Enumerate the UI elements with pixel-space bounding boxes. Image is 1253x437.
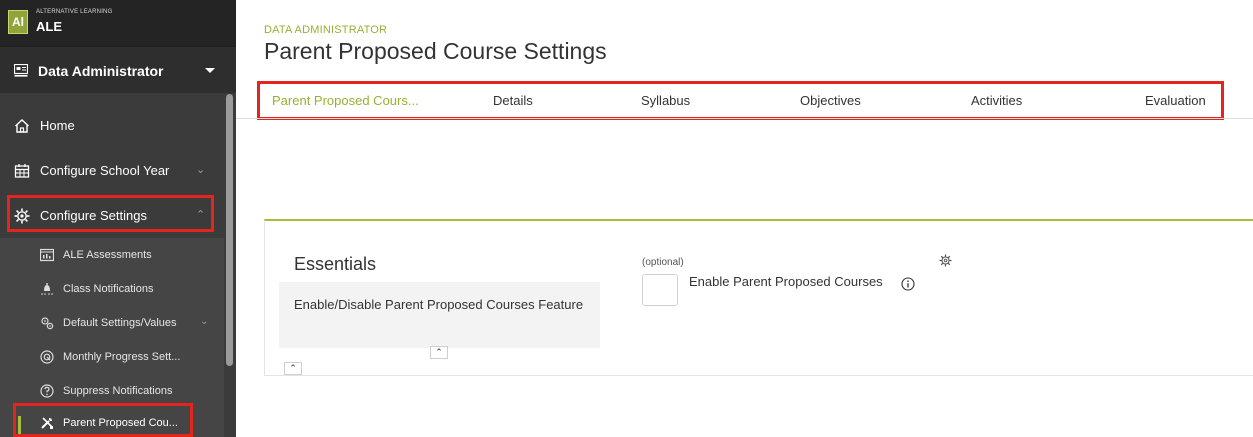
sidebar: Al ALTERNATIVE LEARNING ALE Data Adminis…	[0, 0, 236, 437]
subnav-item-ale-assessments[interactable]: ALE Assessments	[0, 238, 224, 272]
calendar-icon	[14, 164, 30, 178]
logo-subtitle: ALTERNATIVE LEARNING	[36, 9, 113, 15]
logo-title: ALE	[36, 19, 62, 34]
tab-details[interactable]: Details	[493, 93, 533, 108]
subnav-item-label: Suppress Notifications	[63, 385, 173, 397]
section-description-box: Enable/Disable Parent Proposed Courses F…	[279, 282, 600, 348]
chevron-down-icon: ⌄	[200, 316, 209, 327]
optional-label: (optional)	[642, 257, 684, 268]
tabs-divider	[236, 118, 1253, 119]
nav-item-label: Home	[40, 118, 75, 133]
caret-down-icon	[205, 68, 215, 73]
role-selector[interactable]: Data Administrator	[0, 46, 236, 93]
subnav-item-label: Monthly Progress Sett...	[63, 351, 181, 363]
settings-gear-icon	[14, 208, 30, 224]
subnav-item-default-settings[interactable]: Default Settings/Values ⌄	[0, 306, 224, 340]
enable-parent-proposed-courses-checkbox[interactable]	[642, 274, 678, 306]
collapse-description-button[interactable]: ⌃	[430, 346, 448, 359]
tab-evaluation[interactable]: Evaluation	[1145, 93, 1206, 108]
nav-item-label: Configure Settings	[40, 208, 147, 223]
id-card-icon	[14, 64, 28, 77]
nav-item-label: Configure School Year	[40, 163, 170, 178]
tab-activities[interactable]: Activities	[971, 93, 1022, 108]
page-subtitle: DATA ADMINISTRATOR	[264, 24, 388, 36]
report-icon	[40, 248, 54, 262]
progress-icon	[40, 350, 54, 364]
section-title: Essentials	[294, 254, 377, 274]
gears-icon	[41, 317, 54, 330]
page-title: Parent Proposed Course Settings	[264, 38, 607, 64]
info-icon[interactable]	[901, 277, 915, 291]
home-icon	[15, 119, 29, 133]
subnav-item-parent-proposed-courses[interactable]: Parent Proposed Cou...	[0, 408, 224, 437]
essentials-panel: Essentials Enable/Disable Parent Propose…	[264, 219, 1253, 376]
tab-objectives[interactable]: Objectives	[800, 93, 861, 108]
logo-bar: Al ALTERNATIVE LEARNING ALE	[0, 0, 236, 46]
nav-item-configure-school-year[interactable]: Configure School Year ⌄	[0, 148, 224, 194]
app-logo: Al	[8, 10, 28, 34]
subnav-item-label: Parent Proposed Cou...	[63, 417, 178, 429]
active-indicator	[18, 416, 21, 437]
tools-icon	[41, 417, 53, 429]
section-description: Enable/Disable Parent Proposed Courses F…	[294, 297, 584, 312]
subnav-item-label: Class Notifications	[63, 283, 154, 295]
question-icon	[40, 384, 54, 398]
sidebar-scrollbar[interactable]	[226, 94, 233, 366]
subnav-item-monthly-progress[interactable]: Monthly Progress Sett...	[0, 340, 224, 374]
chevron-up-icon: ⌃	[196, 209, 206, 221]
tab-syllabus[interactable]: Syllabus	[641, 93, 690, 108]
subnav-item-label: Default Settings/Values	[63, 317, 177, 329]
role-label: Data Administrator	[38, 63, 164, 79]
checkbox-label: Enable Parent Proposed Courses	[689, 274, 883, 289]
nav-item-home[interactable]: Home	[0, 103, 224, 149]
field-settings-gear-icon[interactable]	[939, 254, 952, 267]
subnav-item-suppress-notifications[interactable]: Suppress Notifications	[0, 374, 224, 408]
chevron-down-icon: ⌄	[196, 164, 206, 176]
collapse-section-button[interactable]: ⌃	[284, 362, 302, 375]
subnav-item-class-notifications[interactable]: Class Notifications	[0, 272, 224, 306]
nav-item-configure-settings[interactable]: Configure Settings ⌃	[0, 193, 224, 239]
tab-bar: Parent Proposed Cours... Details Syllabu…	[259, 83, 1223, 119]
notification-icon	[41, 283, 53, 295]
tab-parent-proposed-course[interactable]: Parent Proposed Cours...	[272, 93, 419, 108]
subnav-item-label: ALE Assessments	[63, 249, 152, 261]
